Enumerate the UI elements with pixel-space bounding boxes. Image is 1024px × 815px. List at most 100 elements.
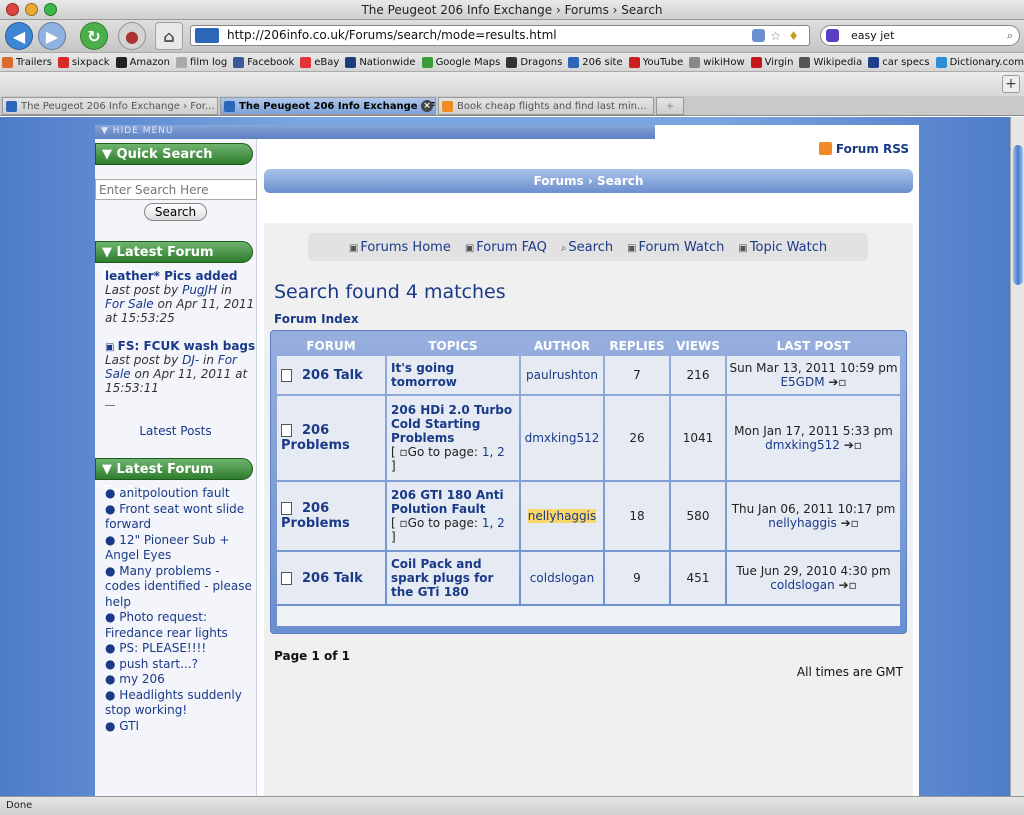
table-row: 206 Problems 206 HDi 2.0 Turbo Cold Star…: [277, 396, 900, 480]
last-post-user[interactable]: nellyhaggis: [768, 516, 837, 530]
post-author-link[interactable]: DJ-: [182, 353, 199, 367]
url-bar[interactable]: http://206info.co.uk/Forums/search/mode=…: [190, 25, 810, 46]
search-engine-icon[interactable]: [826, 29, 839, 42]
bookmark-item[interactable]: sixpack: [57, 56, 110, 68]
row-last-post: Sun Mar 13, 2011 10:59 pm E5GDM ➔▫: [727, 356, 900, 394]
zoom-window-icon[interactable]: [44, 3, 57, 16]
quick-search-input[interactable]: [95, 179, 257, 200]
bookmark-star-icon[interactable]: ☆: [770, 27, 781, 46]
bookmark-item[interactable]: car specs: [868, 56, 930, 68]
bookmark-item[interactable]: Google Maps: [421, 56, 500, 68]
topic-icon: [281, 502, 292, 515]
topic-list-item[interactable]: ● Headlights suddenly stop working!: [105, 688, 256, 719]
row-author[interactable]: coldslogan: [521, 552, 603, 604]
row-topic[interactable]: 206 HDi 2.0 Turbo Cold Starting Problems…: [387, 396, 519, 480]
last-post-user[interactable]: dmxking512: [765, 438, 840, 452]
bookmark-item[interactable]: Trailers: [2, 56, 52, 68]
goto-post-icon[interactable]: ➔▫: [841, 516, 859, 530]
add-tab-icon[interactable]: +: [1002, 75, 1020, 93]
row-topic[interactable]: It's going tomorrow: [387, 356, 519, 394]
browser-search-field[interactable]: easy jet ⌕: [820, 25, 1020, 46]
faq-icon: ▣: [464, 242, 475, 254]
rss-feed-icon[interactable]: [752, 29, 765, 42]
latest-posts-heading: ▼ Latest Forum Posts: [95, 241, 253, 282]
row-topic[interactable]: 206 GTI 180 Anti Polution Fault[ ▫Go to …: [387, 482, 519, 550]
scrollbar-thumb[interactable]: [1013, 145, 1023, 285]
goto-post-icon[interactable]: ➔▫: [828, 375, 846, 389]
bookmark-item[interactable]: Virgin: [750, 56, 793, 68]
latest-post-title[interactable]: leather* Pics added: [105, 269, 256, 283]
topic-list-item[interactable]: ● Many problems - codes identified - ple…: [105, 564, 256, 611]
row-topic[interactable]: Coil Pack and spark plugs for the GTi 18…: [387, 552, 519, 604]
topic-list-item[interactable]: ● PS: PLEASE!!!!: [105, 641, 256, 657]
tab-206-forum-1[interactable]: The Peugeot 206 Info Exchange › For...: [2, 97, 218, 115]
row-author[interactable]: dmxking512: [521, 396, 603, 480]
forum-index-link[interactable]: Forum Index: [274, 312, 359, 326]
home-button[interactable]: ⌂: [155, 22, 183, 50]
row-views: 580: [671, 482, 725, 550]
row-author[interactable]: paulrushton: [521, 356, 603, 394]
row-author[interactable]: nellyhaggis: [521, 482, 603, 550]
page-link[interactable]: 2: [497, 445, 505, 459]
goto-post-icon[interactable]: ➔▫: [844, 438, 862, 452]
tab-cheap-flights[interactable]: Book cheap flights and find last min...: [438, 97, 654, 115]
page-link[interactable]: 2: [497, 516, 505, 530]
col-author: AUTHOR: [533, 338, 591, 353]
last-post-user[interactable]: E5GDM: [780, 375, 824, 389]
toolbar-row: +: [0, 72, 1024, 96]
topic-list-item[interactable]: ● Front seat wont slide forward: [105, 502, 256, 533]
minimize-window-icon[interactable]: [25, 3, 38, 16]
tab-206-forum-search[interactable]: The Peugeot 206 Info Exchange › F... ×: [220, 97, 436, 115]
bookmark-item[interactable]: Nationwide: [345, 56, 416, 68]
bookmark-item[interactable]: 206 site: [568, 56, 623, 68]
bookmark-item[interactable]: film log: [176, 56, 227, 68]
row-forum[interactable]: 206 Problems: [277, 396, 385, 480]
bookmark-item[interactable]: YouTube: [628, 56, 683, 68]
back-button[interactable]: ◀: [5, 22, 33, 50]
page-link[interactable]: 1: [482, 445, 490, 459]
topic-watch-link[interactable]: ▣ Topic Watch: [738, 240, 827, 255]
latest-posts-link[interactable]: Latest Posts: [95, 424, 256, 438]
forum-rss-link[interactable]: Forum RSS: [818, 142, 909, 156]
timezone-note: All times are GMT: [796, 665, 903, 679]
post-forum-link[interactable]: For Sale: [105, 297, 154, 311]
forward-button[interactable]: ▶: [38, 22, 66, 50]
topic-list-item[interactable]: ● anitpoloution fault: [105, 486, 256, 502]
search-icon[interactable]: ⌕: [1007, 26, 1013, 45]
quick-search-button[interactable]: Search: [143, 203, 208, 221]
bookmark-item[interactable]: Dragons: [506, 56, 562, 68]
addon-icon[interactable]: ♦: [788, 27, 799, 46]
bookmark-item[interactable]: Facebook: [233, 56, 294, 68]
reload-button[interactable]: ↻: [80, 22, 108, 50]
topic-list-item[interactable]: ● push start...?: [105, 657, 256, 673]
topic-list-item[interactable]: ● GTI: [105, 719, 256, 735]
close-tab-icon[interactable]: ×: [421, 100, 433, 112]
bookmark-item[interactable]: eBay: [300, 56, 339, 68]
post-author-link[interactable]: PugJH: [182, 283, 217, 297]
new-tab-button[interactable]: +: [656, 97, 684, 115]
post-icon: ▣: [105, 342, 118, 353]
topic-list-item[interactable]: ● my 206: [105, 672, 256, 688]
stop-button[interactable]: ●: [118, 22, 146, 50]
topic-list-item[interactable]: ● Photo request: Firedance rear lights: [105, 610, 256, 641]
forums-home-link[interactable]: ▣ Forums Home: [349, 240, 451, 255]
page-link[interactable]: 1: [482, 516, 490, 530]
forum-watch-link[interactable]: ▣ Forum Watch: [627, 240, 724, 255]
bookmark-item[interactable]: Wikipedia: [799, 56, 862, 68]
watch-icon: ▣: [738, 242, 748, 254]
topic-list-item[interactable]: ● 12" Pioneer Sub + Angel Eyes: [105, 533, 256, 564]
search-link[interactable]: ⌕ Search: [561, 240, 613, 255]
row-forum[interactable]: 206 Problems: [277, 482, 385, 550]
latest-post-title[interactable]: ▣ FS: FCUK wash bags: [105, 339, 256, 353]
last-post-user[interactable]: coldslogan: [770, 578, 834, 592]
bookmark-item[interactable]: Dictionary.com: [935, 56, 1024, 68]
forum-faq-link[interactable]: ▣ Forum FAQ: [465, 240, 547, 255]
bookmark-item[interactable]: Amazon: [115, 56, 170, 68]
bookmark-item[interactable]: wikiHow: [689, 56, 745, 68]
row-forum[interactable]: 206 Talk: [277, 356, 385, 394]
hide-menu-toggle[interactable]: ▼ HIDE MENU: [95, 125, 655, 139]
site-favicon: [195, 28, 219, 43]
row-forum[interactable]: 206 Talk: [277, 552, 385, 604]
close-window-icon[interactable]: [6, 3, 19, 16]
goto-post-icon[interactable]: ➔▫: [839, 578, 857, 592]
